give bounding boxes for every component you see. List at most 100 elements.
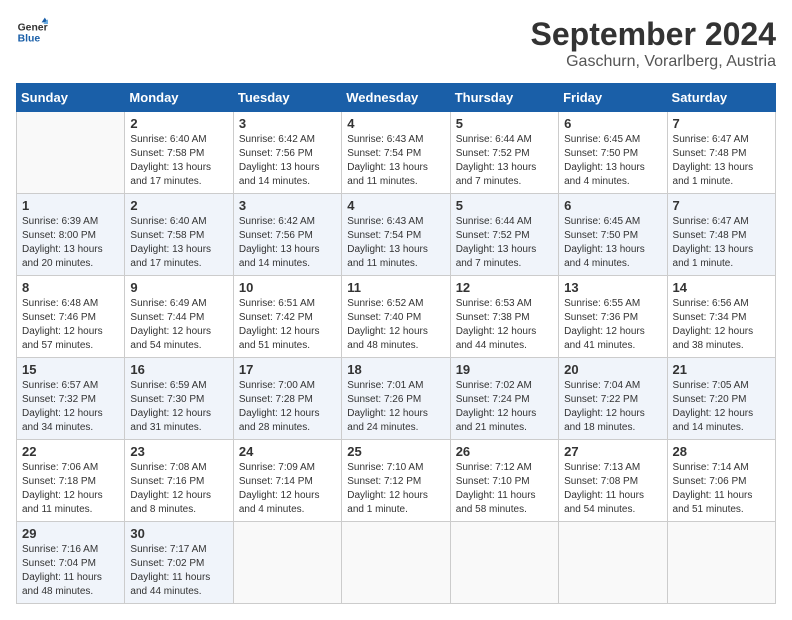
calendar-row: 22Sunrise: 7:06 AMSunset: 7:18 PMDayligh… [17,440,776,522]
title-block: September 2024 Gaschurn, Vorarlberg, Aus… [531,16,776,71]
day-number: 15 [22,362,119,377]
day-number: 9 [130,280,227,295]
day-info: Sunrise: 7:08 AMSunset: 7:16 PMDaylight:… [130,462,211,515]
calendar-cell: 21Sunrise: 7:05 AMSunset: 7:20 PMDayligh… [667,358,775,440]
svg-text:General: General [18,22,48,33]
day-info: Sunrise: 6:42 AMSunset: 7:56 PMDaylight:… [239,134,320,187]
calendar-cell: 12Sunrise: 6:53 AMSunset: 7:38 PMDayligh… [450,276,558,358]
day-number: 8 [22,280,119,295]
day-number: 11 [347,280,444,295]
day-number: 28 [673,444,770,459]
day-number: 17 [239,362,336,377]
day-number: 26 [456,444,553,459]
calendar-cell: 18Sunrise: 7:01 AMSunset: 7:26 PMDayligh… [342,358,450,440]
day-number: 23 [130,444,227,459]
calendar-cell [233,522,341,604]
day-number: 1 [22,198,119,213]
day-info: Sunrise: 7:10 AMSunset: 7:12 PMDaylight:… [347,462,428,515]
calendar-cell: 22Sunrise: 7:06 AMSunset: 7:18 PMDayligh… [17,440,125,522]
calendar-cell: 8 Sunrise: 6:48 AMSunset: 7:46 PMDaylight… [17,276,125,358]
calendar-cell: 4Sunrise: 6:43 AMSunset: 7:54 PMDaylight… [342,112,450,194]
day-number: 27 [564,444,661,459]
day-number: 13 [564,280,661,295]
header-wednesday: Wednesday [342,84,450,112]
day-info: Sunrise: 6:40 AMSunset: 7:58 PMDaylight:… [130,216,211,269]
calendar-table: Sunday Monday Tuesday Wednesday Thursday… [16,83,776,604]
calendar-cell: 14Sunrise: 6:56 AMSunset: 7:34 PMDayligh… [667,276,775,358]
calendar-cell: 11Sunrise: 6:52 AMSunset: 7:40 PMDayligh… [342,276,450,358]
location-title: Gaschurn, Vorarlberg, Austria [531,53,776,71]
calendar-cell: 30Sunrise: 7:17 AMSunset: 7:02 PMDayligh… [125,522,233,604]
day-number: 2 [130,116,227,131]
calendar-cell: 13Sunrise: 6:55 AMSunset: 7:36 PMDayligh… [559,276,667,358]
calendar-cell: 19 Sunrise: 7:02 AMSunset: 7:24 PMDayligh… [450,358,558,440]
page-header: General Blue September 2024 Gaschurn, Vo… [16,16,776,71]
day-number: 16 [130,362,227,377]
day-number: 25 [347,444,444,459]
calendar-row: 29 Sunrise: 7:16 AMSunset: 7:04 PMDayligh… [17,522,776,604]
day-info: Sunrise: 6:47 AMSunset: 7:48 PMDaylight:… [673,216,754,269]
calendar-row: 8 Sunrise: 6:48 AMSunset: 7:46 PMDaylight… [17,276,776,358]
day-info: Sunrise: 6:44 AMSunset: 7:52 PMDaylight:… [456,134,537,187]
day-number: 21 [673,362,770,377]
calendar-cell: 25 Sunrise: 7:10 AMSunset: 7:12 PMDayligh… [342,440,450,522]
svg-text:Blue: Blue [18,34,41,45]
calendar-cell [667,522,775,604]
day-info: Sunrise: 6:56 AMSunset: 7:34 PMDaylight:… [673,298,754,351]
day-info: Sunrise: 7:13 AMSunset: 7:08 PMDaylight:… [564,462,644,515]
weekday-header-row: Sunday Monday Tuesday Wednesday Thursday… [17,84,776,112]
calendar-cell: 6Sunrise: 6:45 AMSunset: 7:50 PMDaylight… [559,194,667,276]
day-info: Sunrise: 7:06 AMSunset: 7:18 PMDaylight:… [22,462,103,515]
day-number: 3 [239,116,336,131]
day-info: Sunrise: 6:49 AMSunset: 7:44 PMDaylight:… [130,298,211,351]
calendar-cell: 28Sunrise: 7:14 AMSunset: 7:06 PMDayligh… [667,440,775,522]
day-number: 5 [456,116,553,131]
calendar-cell [342,522,450,604]
day-number: 4 [347,116,444,131]
calendar-cell [559,522,667,604]
day-info: Sunrise: 6:59 AMSunset: 7:30 PMDaylight:… [130,380,211,433]
calendar-cell: 20 Sunrise: 7:04 AMSunset: 7:22 PMDayligh… [559,358,667,440]
day-number: 2 [130,198,227,213]
day-number: 19 [456,362,553,377]
day-info: Sunrise: 7:00 AMSunset: 7:28 PMDaylight:… [239,380,320,433]
day-number: 4 [347,198,444,213]
calendar-cell: 10 Sunrise: 6:51 AMSunset: 7:42 PMDayligh… [233,276,341,358]
calendar-cell: 7 Sunrise: 6:47 AMSunset: 7:48 PMDaylight… [667,112,775,194]
day-number: 10 [239,280,336,295]
day-number: 29 [22,526,119,541]
day-info: Sunrise: 6:51 AMSunset: 7:42 PMDaylight:… [239,298,320,351]
calendar-row: 15Sunrise: 6:57 AMSunset: 7:32 PMDayligh… [17,358,776,440]
header-monday: Monday [125,84,233,112]
header-thursday: Thursday [450,84,558,112]
day-info: Sunrise: 6:48 AMSunset: 7:46 PMDaylight:… [22,298,103,351]
calendar-row: 2Sunrise: 6:40 AMSunset: 7:58 PMDaylight… [17,112,776,194]
header-saturday: Saturday [667,84,775,112]
day-number: 20 [564,362,661,377]
month-title: September 2024 [531,16,776,53]
day-number: 6 [564,116,661,131]
logo-icon: General Blue [16,16,48,48]
calendar-cell: 23 Sunrise: 7:08 AMSunset: 7:16 PMDayligh… [125,440,233,522]
calendar-cell [17,112,125,194]
header-tuesday: Tuesday [233,84,341,112]
day-number: 30 [130,526,227,541]
day-number: 5 [456,198,553,213]
calendar-cell: 16 Sunrise: 6:59 AMSunset: 7:30 PMDayligh… [125,358,233,440]
day-info: Sunrise: 7:16 AMSunset: 7:04 PMDaylight:… [22,544,102,597]
calendar-cell: 2 Sunrise: 6:40 AMSunset: 7:58 PMDaylight… [125,194,233,276]
calendar-cell: 3Sunrise: 6:42 AMSunset: 7:56 PMDaylight… [233,194,341,276]
calendar-cell: 4 Sunrise: 6:43 AMSunset: 7:54 PMDaylight… [342,194,450,276]
day-number: 7 [673,198,770,213]
day-info: Sunrise: 6:47 AMSunset: 7:48 PMDaylight:… [673,134,754,187]
day-info: Sunrise: 6:44 AMSunset: 7:52 PMDaylight:… [456,216,537,269]
day-info: Sunrise: 7:02 AMSunset: 7:24 PMDaylight:… [456,380,537,433]
day-info: Sunrise: 6:43 AMSunset: 7:54 PMDaylight:… [347,216,428,269]
day-info: Sunrise: 7:04 AMSunset: 7:22 PMDaylight:… [564,380,645,433]
calendar-cell [450,522,558,604]
calendar-cell: 15Sunrise: 6:57 AMSunset: 7:32 PMDayligh… [17,358,125,440]
day-number: 7 [673,116,770,131]
header-friday: Friday [559,84,667,112]
calendar-cell: 6Sunrise: 6:45 AMSunset: 7:50 PMDaylight… [559,112,667,194]
day-info: Sunrise: 7:12 AMSunset: 7:10 PMDaylight:… [456,462,536,515]
